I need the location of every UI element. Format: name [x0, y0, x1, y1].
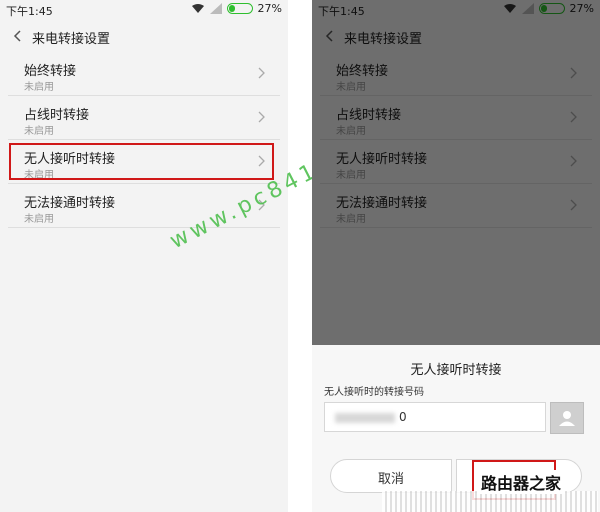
title-bar: 来电转接设置 — [0, 22, 288, 50]
item-status: 未启用 — [24, 126, 54, 137]
watermark-band — [382, 491, 598, 512]
dim-overlay[interactable] — [312, 0, 600, 345]
dialog-title: 无人接听时转接 — [410, 363, 502, 378]
status-bar: 下午1:45 27% — [0, 0, 288, 20]
number-visible-part: 0 — [399, 410, 407, 424]
chevron-right-icon — [258, 111, 265, 123]
item-label: 始终转接 — [24, 64, 77, 79]
cancel-label: 取消 — [377, 472, 404, 487]
site-logo: 路由器之家 — [477, 470, 566, 494]
item-status: 未启用 — [24, 82, 54, 93]
list-item-always-forward[interactable]: 始终转接 未启用 — [8, 52, 280, 96]
item-status: 未启用 — [24, 214, 54, 225]
phone-screen-right: 下午1:45 27% 来电转接设置 始终转接 未启用 占线时转接 未启用 无人 — [312, 0, 600, 512]
battery-icon — [226, 3, 253, 14]
back-arrow-icon[interactable] — [10, 28, 26, 44]
contact-icon — [559, 411, 575, 426]
chevron-right-icon — [258, 67, 265, 79]
dialog-label: 无人接听时的转接号码 — [324, 387, 424, 398]
contact-picker-button[interactable] — [550, 402, 584, 434]
highlight-box — [9, 143, 274, 180]
item-label: 占线时转接 — [24, 108, 90, 123]
blurred-number — [335, 413, 395, 423]
battery-percent: 27% — [257, 2, 282, 15]
forward-number-input[interactable]: 0 — [324, 402, 546, 432]
status-time: 下午1:45 — [6, 5, 53, 18]
forward-number-dialog: 无人接听时转接 无人接听时的转接号码 0 取消 路由器之家 — [312, 345, 600, 512]
page-title: 来电转接设置 — [32, 32, 111, 47]
list-item-busy-forward[interactable]: 占线时转接 未启用 — [8, 96, 280, 140]
wifi-icon — [191, 3, 205, 14]
cancel-button[interactable]: 取消 — [330, 459, 452, 493]
phone-screen-left: 下午1:45 27% 来电转接设置 始终转接 未启用 占线时转接 未启用 无人接… — [0, 0, 288, 512]
signal-icon — [209, 3, 222, 14]
item-label: 无法接通时转接 — [24, 196, 116, 211]
